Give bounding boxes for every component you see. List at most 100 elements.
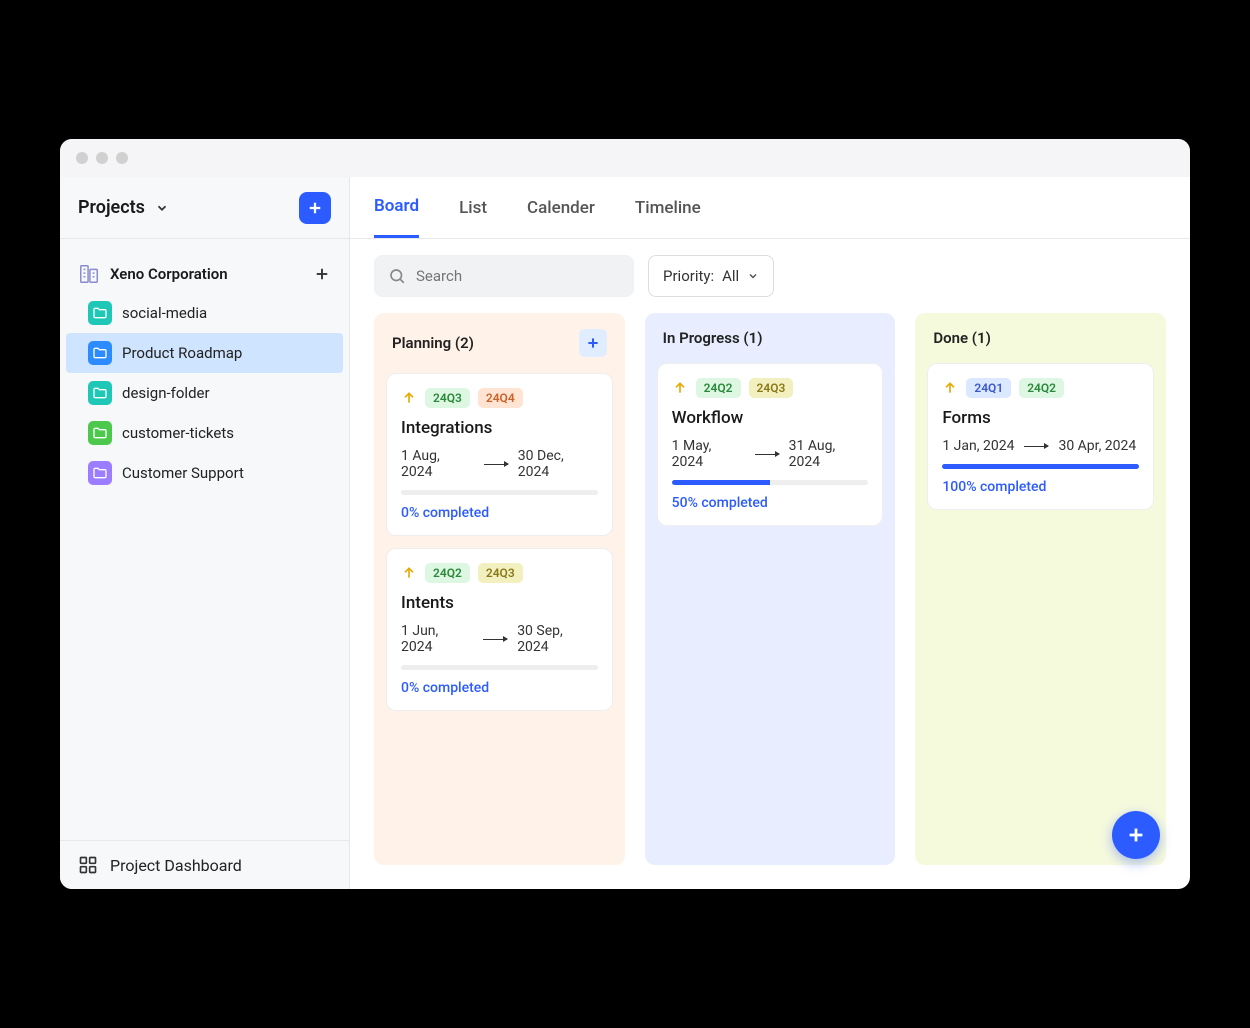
tab-board[interactable]: Board	[374, 177, 419, 238]
search-icon	[388, 267, 406, 285]
date-range-arrow-icon	[483, 639, 507, 640]
column-add-button[interactable]	[579, 329, 607, 357]
add-folder-button[interactable]	[313, 265, 331, 283]
column-title: Done (1)	[933, 329, 990, 347]
priority-filter[interactable]: Priority: All	[648, 255, 774, 297]
add-project-button[interactable]	[299, 192, 331, 224]
plus-icon	[1125, 824, 1147, 846]
sidebar-item-customer-tickets[interactable]: customer-tickets	[60, 413, 349, 453]
progress-bar	[401, 665, 598, 670]
sidebar-item-label: Product Roadmap	[122, 344, 242, 362]
projects-dropdown[interactable]: Projects	[78, 197, 169, 218]
plus-icon	[306, 199, 324, 217]
view-tabs: Board List Calender Timeline	[350, 177, 1190, 239]
sidebar-header: Projects	[60, 177, 349, 239]
folder-icon	[88, 301, 112, 325]
chevron-down-icon	[155, 201, 169, 215]
project-dashboard-link[interactable]: Project Dashboard	[60, 840, 349, 889]
window-dot[interactable]	[76, 152, 88, 164]
tab-calender[interactable]: Calender	[527, 177, 595, 238]
search-input[interactable]	[416, 267, 620, 285]
card-title: Intents	[401, 593, 598, 613]
column-planning: Planning (2) 24Q3 24Q4 Integrations 1 Aug…	[374, 313, 625, 865]
sidebar-item-product-roadmap[interactable]: Product Roadmap	[66, 333, 343, 373]
card-dates: 1 Aug, 2024 30 Dec, 2024	[401, 448, 598, 480]
start-date: 1 May, 2024	[672, 438, 745, 470]
column-done: Done (1) 24Q124Q2 Forms 1 Jan, 2024 30 A…	[915, 313, 1166, 865]
priority-arrow-up-icon	[672, 380, 688, 396]
date-range-arrow-icon	[755, 454, 779, 455]
quarter-tag: 24Q2	[425, 563, 470, 583]
quarter-tag: 24Q1	[966, 378, 1011, 398]
search-box[interactable]	[374, 255, 634, 297]
priority-arrow-up-icon	[401, 565, 417, 581]
sidebar-item-label: design-folder	[122, 384, 210, 402]
end-date: 31 Aug, 2024	[789, 438, 869, 470]
quarter-tag: 24Q2	[696, 378, 741, 398]
card-top: 24Q3 24Q4	[401, 388, 598, 408]
plus-icon	[585, 335, 601, 351]
card-title: Workflow	[672, 408, 869, 428]
quarter-tag: 24Q3	[478, 563, 523, 583]
fab-add-button[interactable]	[1112, 811, 1160, 859]
column-title: Planning (2)	[392, 334, 474, 352]
card-dates: 1 Jan, 2024 30 Apr, 2024	[942, 438, 1139, 454]
progress-bar	[401, 490, 598, 495]
progress-label: 0% completed	[401, 680, 598, 696]
quarter-tag: 24Q3	[749, 378, 794, 398]
card-dates: 1 Jun, 2024 30 Sep, 2024	[401, 623, 598, 655]
priority-arrow-up-icon	[942, 380, 958, 396]
column-title: In Progress (1)	[663, 329, 763, 347]
progress-label: 0% completed	[401, 505, 598, 521]
sidebar: Projects Xeno Corporation s	[60, 177, 350, 889]
column-progress: In Progress (1) 24Q2 24Q3 Workflow 1 May,…	[645, 313, 896, 865]
tab-timeline[interactable]: Timeline	[635, 177, 701, 238]
progress-bar	[942, 464, 1139, 469]
task-card[interactable]: 24Q124Q2 Forms 1 Jan, 2024 30 Apr, 2024 …	[927, 363, 1154, 510]
card-title: Integrations	[401, 418, 598, 438]
sidebar-item-design-folder[interactable]: design-folder	[60, 373, 349, 413]
progress-bar	[672, 480, 869, 485]
sidebar-item-label: social-media	[122, 304, 207, 322]
sidebar-item-label: Customer Support	[122, 464, 244, 482]
task-card[interactable]: 24Q3 24Q4 Integrations 1 Aug, 2024 30 Dec…	[386, 373, 613, 536]
window-dot[interactable]	[116, 152, 128, 164]
quarter-tag: 24Q4	[478, 388, 523, 408]
end-date: 30 Apr, 2024	[1058, 438, 1136, 454]
grid-icon	[78, 855, 98, 875]
sidebar-item-social-media[interactable]: social-media	[60, 293, 349, 333]
end-date: 30 Sep, 2024	[517, 623, 597, 655]
column-header: Planning (2)	[386, 325, 613, 361]
progress-label: 100% completed	[942, 479, 1139, 495]
window-dot[interactable]	[96, 152, 108, 164]
task-card[interactable]: 24Q2 24Q3 Intents 1 Jun, 2024 30 Sep, 202…	[386, 548, 613, 711]
end-date: 30 Dec, 2024	[518, 448, 598, 480]
tab-list[interactable]: List	[459, 177, 487, 238]
date-range-arrow-icon	[1024, 446, 1048, 447]
progress-label: 50% completed	[672, 495, 869, 511]
folder-icon	[88, 421, 112, 445]
app-window: Projects Xeno Corporation s	[60, 139, 1190, 889]
sidebar-item-customer-support[interactable]: Customer Support	[60, 453, 349, 493]
column-header: Done (1)	[927, 325, 1154, 351]
priority-label: Priority:	[663, 267, 714, 285]
card-top: 24Q2 24Q3	[401, 563, 598, 583]
plus-icon	[313, 265, 331, 283]
priority-arrow-up-icon	[401, 390, 417, 406]
card-top: 24Q124Q2	[942, 378, 1139, 398]
start-date: 1 Aug, 2024	[401, 448, 474, 480]
projects-label: Projects	[78, 197, 145, 218]
priority-value: All	[722, 267, 739, 285]
date-range-arrow-icon	[484, 464, 508, 465]
building-icon	[78, 263, 100, 285]
project-tree: Xeno Corporation social-media Product Roa…	[60, 239, 349, 840]
task-card[interactable]: 24Q2 24Q3 Workflow 1 May, 2024 31 Aug, 20…	[657, 363, 884, 526]
folder-icon	[88, 341, 112, 365]
org-name: Xeno Corporation	[110, 265, 228, 283]
quarter-tag: 24Q3	[425, 388, 470, 408]
org-row[interactable]: Xeno Corporation	[60, 255, 349, 293]
card-title: Forms	[942, 408, 1139, 428]
dashboard-label: Project Dashboard	[110, 856, 242, 875]
kanban-board: Planning (2) 24Q3 24Q4 Integrations 1 Aug…	[350, 313, 1190, 889]
toolbar: Priority: All	[350, 239, 1190, 313]
